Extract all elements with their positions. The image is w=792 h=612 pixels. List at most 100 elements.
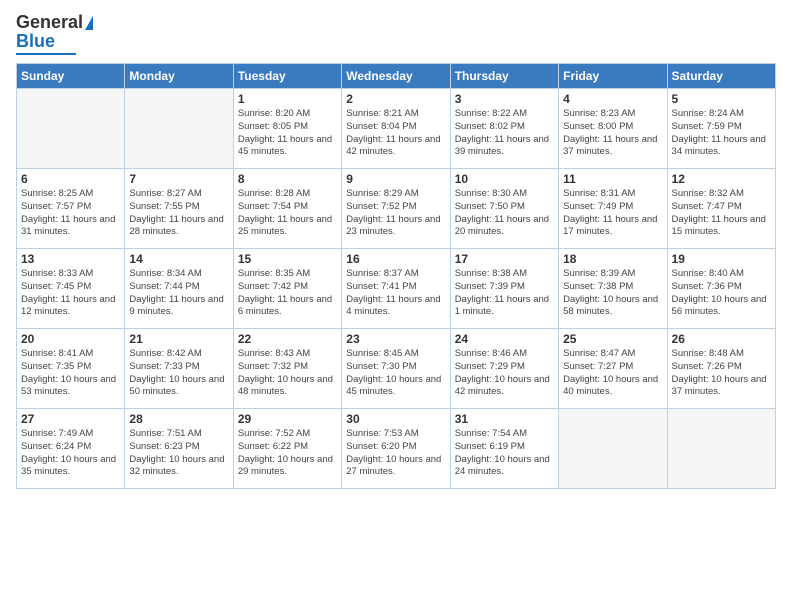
calendar-cell: 1 Sunrise: 8:20 AMSunset: 8:05 PMDaylight… xyxy=(233,89,341,169)
calendar-cell: 12 Sunrise: 8:32 AMSunset: 7:47 PMDayligh… xyxy=(667,169,775,249)
day-number: 15 xyxy=(238,252,337,266)
logo-triangle-icon xyxy=(85,16,93,30)
day-number: 4 xyxy=(563,92,662,106)
day-info: Sunrise: 8:32 AMSunset: 7:47 PMDaylight:… xyxy=(672,188,771,239)
calendar-cell: 9 Sunrise: 8:29 AMSunset: 7:52 PMDaylight… xyxy=(342,169,450,249)
day-number: 19 xyxy=(672,252,771,266)
day-number: 1 xyxy=(238,92,337,106)
day-info: Sunrise: 7:49 AMSunset: 6:24 PMDaylight:… xyxy=(21,428,120,479)
day-info: Sunrise: 8:38 AMSunset: 7:39 PMDaylight:… xyxy=(455,268,554,319)
calendar-cell: 8 Sunrise: 8:28 AMSunset: 7:54 PMDaylight… xyxy=(233,169,341,249)
logo-blue: Blue xyxy=(16,31,55,52)
day-number: 23 xyxy=(346,332,445,346)
day-info: Sunrise: 8:29 AMSunset: 7:52 PMDaylight:… xyxy=(346,188,445,239)
day-number: 27 xyxy=(21,412,120,426)
calendar-cell: 16Sunrise: 8:37 AMSunset: 7:41 PMDayligh… xyxy=(342,249,450,329)
header: General Blue xyxy=(16,12,776,55)
day-info: Sunrise: 8:33 AMSunset: 7:45 PMDaylight:… xyxy=(21,268,120,319)
day-number: 7 xyxy=(129,172,228,186)
calendar-cell: 22 Sunrise: 8:43 AMSunset: 7:32 PMDayligh… xyxy=(233,329,341,409)
day-info: Sunrise: 8:20 AMSunset: 8:05 PMDaylight:… xyxy=(238,108,337,159)
calendar-cell: 3 Sunrise: 8:22 AMSunset: 8:02 PMDaylight… xyxy=(450,89,558,169)
day-number: 16 xyxy=(346,252,445,266)
day-info: Sunrise: 8:46 AMSunset: 7:29 PMDaylight:… xyxy=(455,348,554,399)
weekday-header-thursday: Thursday xyxy=(450,64,558,89)
calendar-cell: 20 Sunrise: 8:41 AMSunset: 7:35 PMDayligh… xyxy=(17,329,125,409)
weekday-header-saturday: Saturday xyxy=(667,64,775,89)
weekday-header-row: SundayMondayTuesdayWednesdayThursdayFrid… xyxy=(17,64,776,89)
day-number: 3 xyxy=(455,92,554,106)
calendar-cell xyxy=(559,409,667,489)
day-info: Sunrise: 8:30 AMSunset: 7:50 PMDaylight:… xyxy=(455,188,554,239)
day-info: Sunrise: 7:53 AMSunset: 6:20 PMDaylight:… xyxy=(346,428,445,479)
weekday-header-monday: Monday xyxy=(125,64,233,89)
day-info: Sunrise: 8:22 AMSunset: 8:02 PMDaylight:… xyxy=(455,108,554,159)
page: General Blue SundayMondayTuesdayWednesda… xyxy=(0,0,792,612)
calendar-week-1: 1 Sunrise: 8:20 AMSunset: 8:05 PMDaylight… xyxy=(17,89,776,169)
weekday-header-friday: Friday xyxy=(559,64,667,89)
day-number: 22 xyxy=(238,332,337,346)
day-info: Sunrise: 8:34 AMSunset: 7:44 PMDaylight:… xyxy=(129,268,228,319)
calendar-cell: 23 Sunrise: 8:45 AMSunset: 7:30 PMDayligh… xyxy=(342,329,450,409)
calendar: SundayMondayTuesdayWednesdayThursdayFrid… xyxy=(16,63,776,489)
calendar-cell: 17 Sunrise: 8:38 AMSunset: 7:39 PMDayligh… xyxy=(450,249,558,329)
day-info: Sunrise: 8:40 AMSunset: 7:36 PMDaylight:… xyxy=(672,268,771,319)
calendar-cell: 14Sunrise: 8:34 AMSunset: 7:44 PMDayligh… xyxy=(125,249,233,329)
day-number: 8 xyxy=(238,172,337,186)
calendar-cell xyxy=(17,89,125,169)
day-number: 13 xyxy=(21,252,120,266)
calendar-cell: 19 Sunrise: 8:40 AMSunset: 7:36 PMDayligh… xyxy=(667,249,775,329)
day-number: 26 xyxy=(672,332,771,346)
calendar-cell: 31Sunrise: 7:54 AMSunset: 6:19 PMDayligh… xyxy=(450,409,558,489)
logo: General Blue xyxy=(16,12,93,55)
day-info: Sunrise: 8:39 AMSunset: 7:38 PMDaylight:… xyxy=(563,268,662,319)
day-info: Sunrise: 8:45 AMSunset: 7:30 PMDaylight:… xyxy=(346,348,445,399)
day-info: Sunrise: 8:48 AMSunset: 7:26 PMDaylight:… xyxy=(672,348,771,399)
day-info: Sunrise: 8:21 AMSunset: 8:04 PMDaylight:… xyxy=(346,108,445,159)
calendar-cell: 13 Sunrise: 8:33 AMSunset: 7:45 PMDayligh… xyxy=(17,249,125,329)
day-info: Sunrise: 8:35 AMSunset: 7:42 PMDaylight:… xyxy=(238,268,337,319)
calendar-cell: 28Sunrise: 7:51 AMSunset: 6:23 PMDayligh… xyxy=(125,409,233,489)
calendar-cell: 29Sunrise: 7:52 AMSunset: 6:22 PMDayligh… xyxy=(233,409,341,489)
day-number: 2 xyxy=(346,92,445,106)
calendar-cell: 25Sunrise: 8:47 AMSunset: 7:27 PMDayligh… xyxy=(559,329,667,409)
day-info: Sunrise: 8:28 AMSunset: 7:54 PMDaylight:… xyxy=(238,188,337,239)
day-info: Sunrise: 8:23 AMSunset: 8:00 PMDaylight:… xyxy=(563,108,662,159)
day-info: Sunrise: 8:42 AMSunset: 7:33 PMDaylight:… xyxy=(129,348,228,399)
day-info: Sunrise: 7:54 AMSunset: 6:19 PMDaylight:… xyxy=(455,428,554,479)
weekday-header-tuesday: Tuesday xyxy=(233,64,341,89)
day-number: 21 xyxy=(129,332,228,346)
day-info: Sunrise: 7:51 AMSunset: 6:23 PMDaylight:… xyxy=(129,428,228,479)
day-number: 30 xyxy=(346,412,445,426)
day-number: 12 xyxy=(672,172,771,186)
calendar-week-5: 27 Sunrise: 7:49 AMSunset: 6:24 PMDayligh… xyxy=(17,409,776,489)
day-number: 10 xyxy=(455,172,554,186)
weekday-header-sunday: Sunday xyxy=(17,64,125,89)
day-info: Sunrise: 8:41 AMSunset: 7:35 PMDaylight:… xyxy=(21,348,120,399)
calendar-cell xyxy=(125,89,233,169)
day-number: 11 xyxy=(563,172,662,186)
day-info: Sunrise: 8:43 AMSunset: 7:32 PMDaylight:… xyxy=(238,348,337,399)
calendar-cell: 26 Sunrise: 8:48 AMSunset: 7:26 PMDayligh… xyxy=(667,329,775,409)
calendar-cell: 4 Sunrise: 8:23 AMSunset: 8:00 PMDaylight… xyxy=(559,89,667,169)
calendar-week-4: 20 Sunrise: 8:41 AMSunset: 7:35 PMDayligh… xyxy=(17,329,776,409)
calendar-week-2: 6Sunrise: 8:25 AMSunset: 7:57 PMDaylight… xyxy=(17,169,776,249)
day-number: 20 xyxy=(21,332,120,346)
day-number: 6 xyxy=(21,172,120,186)
day-number: 18 xyxy=(563,252,662,266)
day-number: 17 xyxy=(455,252,554,266)
calendar-cell: 18 Sunrise: 8:39 AMSunset: 7:38 PMDayligh… xyxy=(559,249,667,329)
calendar-cell: 27 Sunrise: 7:49 AMSunset: 6:24 PMDayligh… xyxy=(17,409,125,489)
calendar-cell: 15 Sunrise: 8:35 AMSunset: 7:42 PMDayligh… xyxy=(233,249,341,329)
calendar-cell: 30 Sunrise: 7:53 AMSunset: 6:20 PMDayligh… xyxy=(342,409,450,489)
day-number: 25 xyxy=(563,332,662,346)
logo-underline xyxy=(16,53,76,55)
day-info: Sunrise: 8:31 AMSunset: 7:49 PMDaylight:… xyxy=(563,188,662,239)
day-number: 24 xyxy=(455,332,554,346)
day-info: Sunrise: 8:24 AMSunset: 7:59 PMDaylight:… xyxy=(672,108,771,159)
day-number: 9 xyxy=(346,172,445,186)
day-number: 5 xyxy=(672,92,771,106)
calendar-cell: 24 Sunrise: 8:46 AMSunset: 7:29 PMDayligh… xyxy=(450,329,558,409)
day-number: 29 xyxy=(238,412,337,426)
calendar-week-3: 13 Sunrise: 8:33 AMSunset: 7:45 PMDayligh… xyxy=(17,249,776,329)
